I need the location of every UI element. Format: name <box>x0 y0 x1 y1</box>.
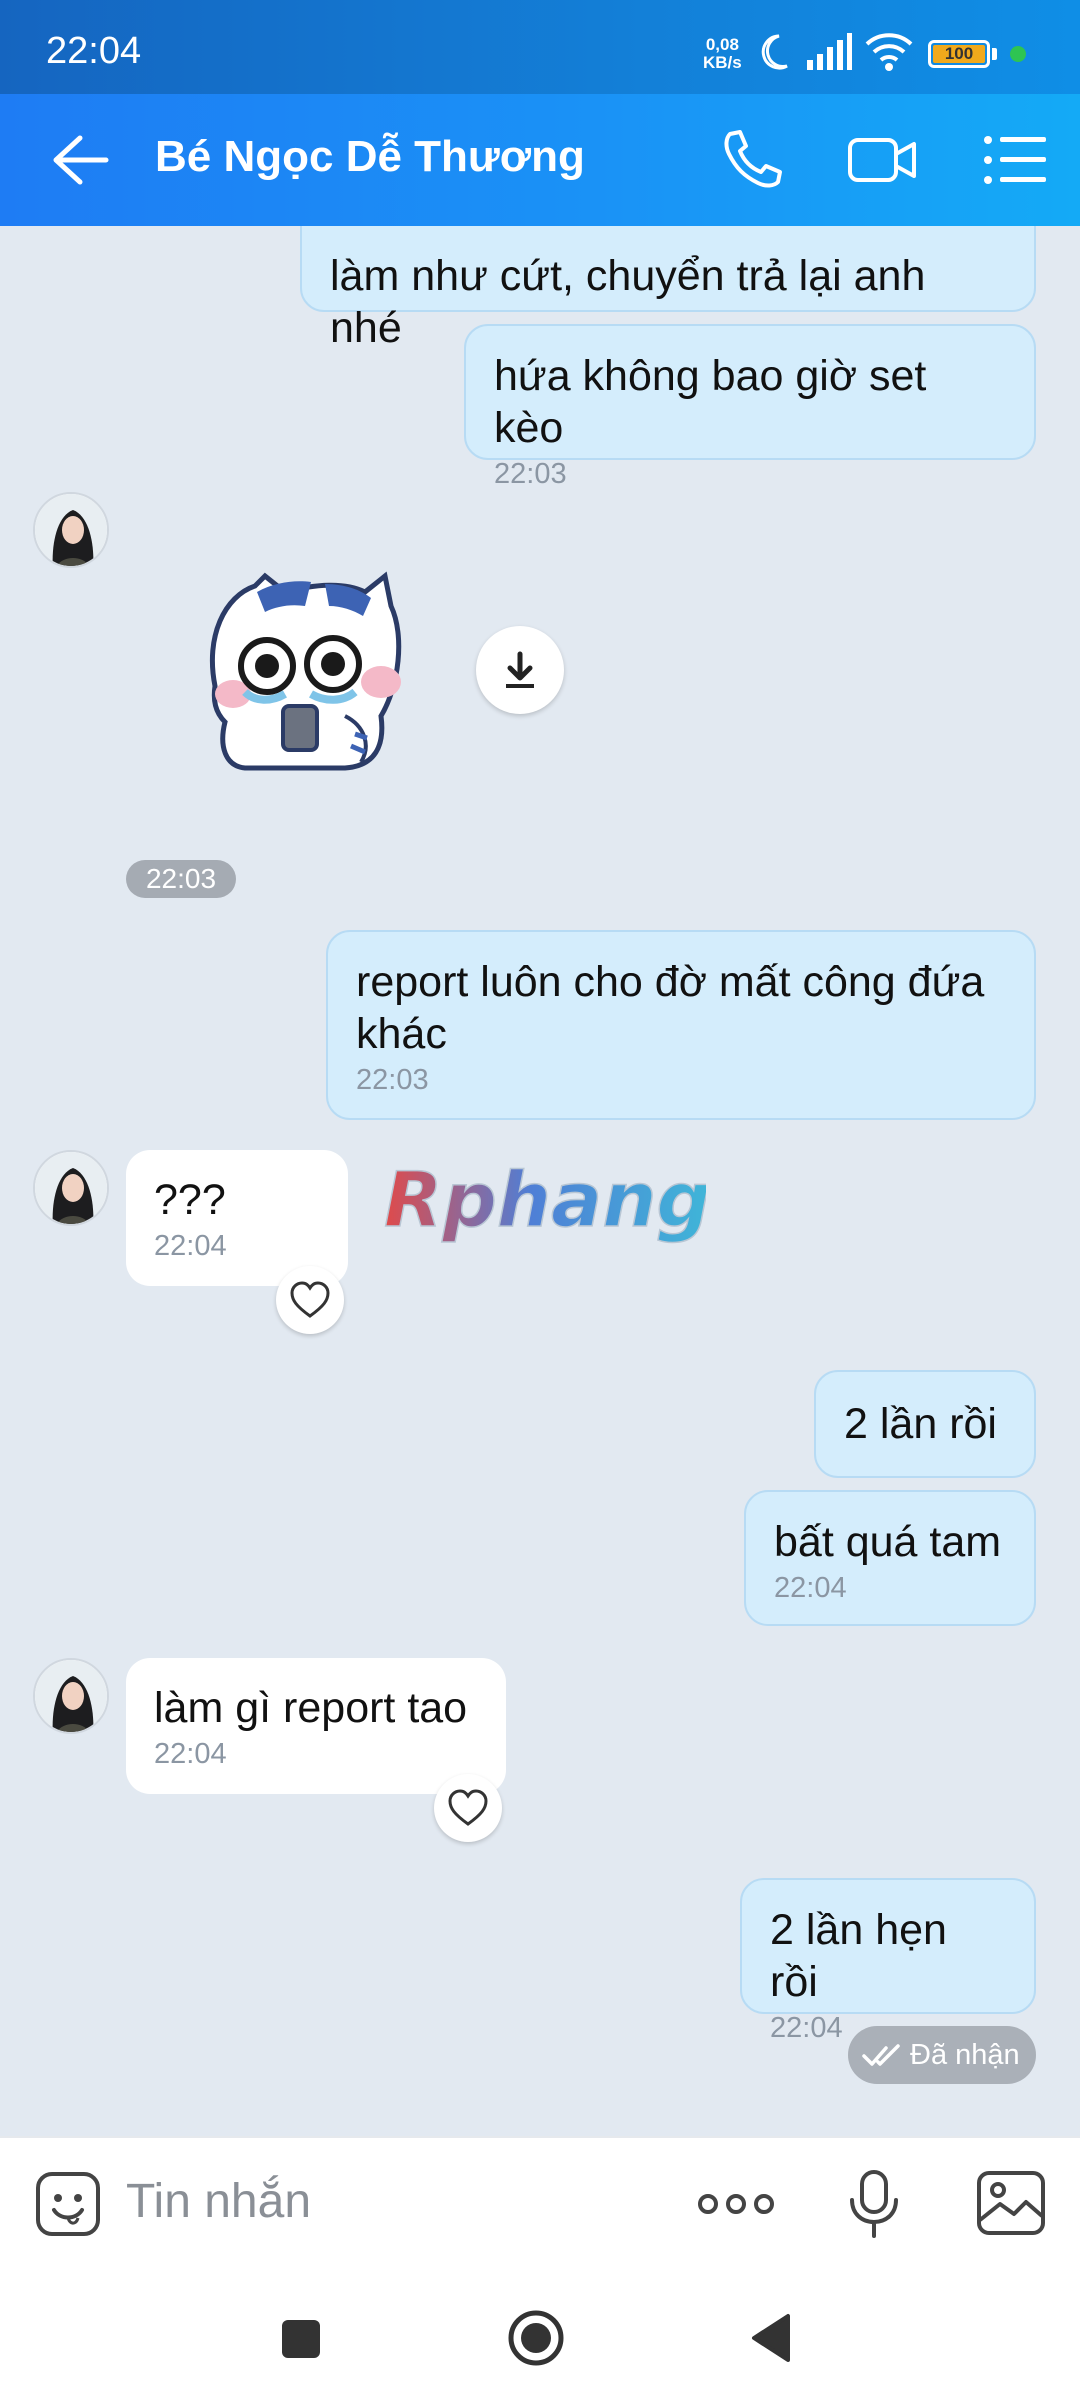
battery-tip <box>992 48 997 60</box>
avatar[interactable] <box>33 1150 109 1226</box>
avatar-photo <box>35 1152 107 1224</box>
avatar-photo <box>35 494 107 566</box>
message-text: làm gì report tao <box>154 1684 468 1732</box>
message-text: 2 lần rồi <box>844 1400 997 1448</box>
network-speed-unit: KB/s <box>703 53 742 72</box>
image-icon[interactable] <box>976 2170 1046 2236</box>
privacy-indicator <box>1010 46 1026 62</box>
phone-icon[interactable] <box>716 124 788 196</box>
battery-level: 100 <box>933 45 985 63</box>
arrow-left-icon[interactable] <box>44 128 114 192</box>
react-heart-button[interactable] <box>276 1266 344 1334</box>
sticker-time: 22:03 <box>126 860 236 898</box>
received-label: Đã nhận <box>910 2039 1020 2071</box>
message-input[interactable]: Tin nhắn <box>126 2174 311 2229</box>
microphone-icon[interactable] <box>846 2168 902 2240</box>
video-camera-icon[interactable] <box>846 124 918 196</box>
heart-icon <box>290 1281 330 1318</box>
message-time: 22:04 <box>154 1738 227 1770</box>
double-check-icon <box>862 2044 900 2066</box>
chat-header: Bé Ngọc Dễ Thương <box>0 94 1080 226</box>
home-circle-icon[interactable] <box>506 2308 566 2368</box>
my-message[interactable]: hứa không bao giờ set kèo 22:03 <box>464 324 1036 490</box>
watermark-logo: Rphang <box>383 1156 706 1245</box>
chat-area[interactable]: làm như cứt, chuyển trả lại anh nhé hứa … <box>0 226 1080 2136</box>
avatar-photo <box>35 1660 107 1732</box>
my-message[interactable]: 2 lần hẹn rồi 22:04 <box>740 1878 1036 2044</box>
battery-icon: 100 <box>928 40 990 68</box>
contact-name[interactable]: Bé Ngọc Dễ Thương <box>155 132 585 182</box>
cat-sticker[interactable] <box>185 566 405 786</box>
system-nav-bar <box>0 2270 1080 2400</box>
message-text: report luôn cho đờ mất công đứa khác <box>356 958 985 1058</box>
message-text: hứa không bao giờ set kèo <box>494 352 927 452</box>
more-dots-icon[interactable] <box>696 2186 776 2222</box>
avatar[interactable] <box>33 1658 109 1734</box>
message-time: 22:04 <box>154 1230 227 1262</box>
recents-square-icon[interactable] <box>278 2316 324 2362</box>
back-triangle-icon[interactable] <box>748 2312 794 2364</box>
network-speed: 0,08 KB/s <box>703 36 742 72</box>
network-speed-value: 0,08 <box>705 35 739 54</box>
message-text: ??? <box>154 1176 226 1224</box>
message-time: 22:04 <box>774 1572 847 1604</box>
message-time: 22:03 <box>494 458 567 490</box>
my-message[interactable]: bất quá tam 22:04 <box>744 1490 1036 1626</box>
download-icon <box>506 651 534 688</box>
status-bar: 22:04 0,08 KB/s 100 <box>0 0 1080 94</box>
my-message[interactable]: 2 lần rồi <box>814 1370 1036 1478</box>
message-text: 2 lần hẹn rồi <box>770 1906 947 2006</box>
message-input-bar: Tin nhắn <box>0 2136 1080 2270</box>
received-status-badge: Đã nhận <box>848 2026 1036 2084</box>
moon-icon <box>761 34 788 70</box>
message-time: 22:03 <box>356 1064 429 1096</box>
signal-icon <box>807 33 852 70</box>
emoji-icon[interactable] <box>34 2170 102 2238</box>
heart-icon <box>448 1789 488 1826</box>
my-message[interactable]: report luôn cho đờ mất công đứa khác 22:… <box>326 930 1036 1120</box>
react-heart-button[interactable] <box>434 1774 502 1842</box>
watermark-text: Rphang <box>384 1156 706 1244</box>
avatar[interactable] <box>33 492 109 568</box>
list-menu-icon[interactable] <box>980 124 1052 196</box>
message-text: bất quá tam <box>774 1518 1002 1566</box>
download-button[interactable] <box>476 626 564 714</box>
my-message[interactable]: làm như cứt, chuyển trả lại anh nhé <box>300 226 1036 352</box>
wifi-icon <box>865 33 913 71</box>
status-time: 22:04 <box>46 30 142 72</box>
